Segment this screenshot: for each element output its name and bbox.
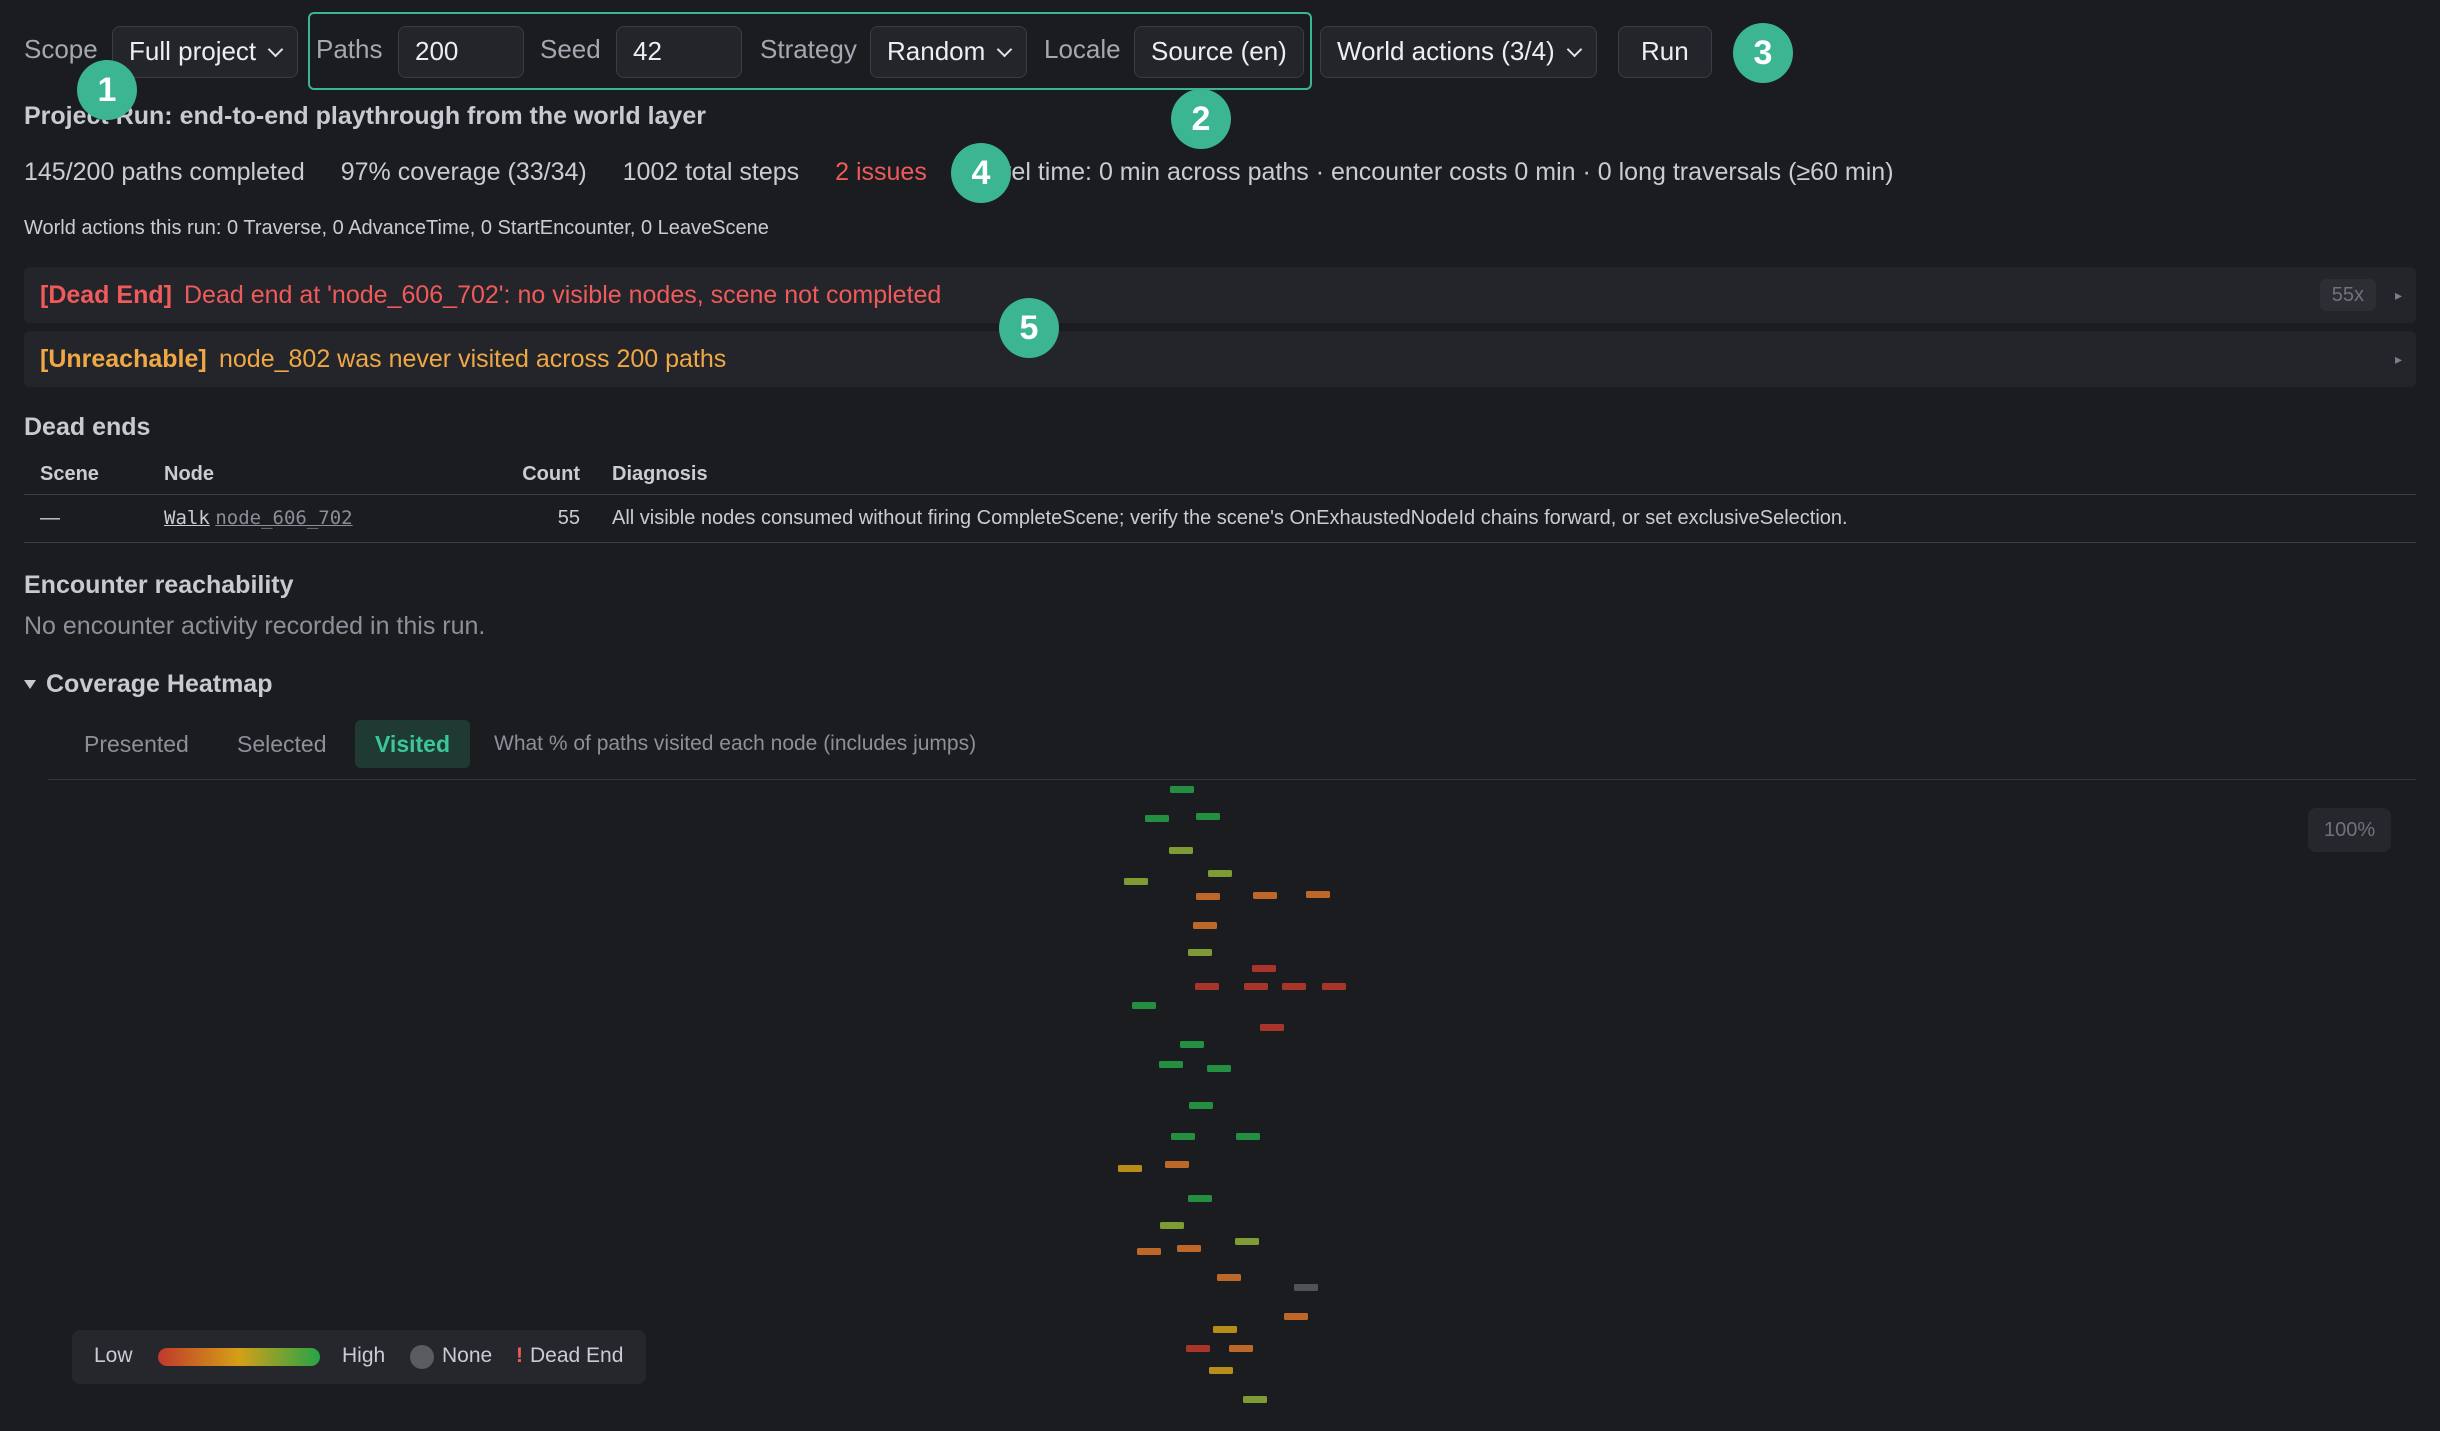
- heatmap-node[interactable]: [1306, 891, 1330, 898]
- legend-none-dot: [410, 1345, 434, 1369]
- marker-2: 2: [1171, 89, 1231, 149]
- heatmap-node[interactable]: [1170, 786, 1194, 793]
- heatmap-node[interactable]: [1294, 1284, 1318, 1291]
- heatmap-node[interactable]: [1243, 1396, 1267, 1403]
- heatmap-node[interactable]: [1196, 893, 1220, 900]
- marker-4: 4: [951, 143, 1011, 203]
- heatmap-node[interactable]: [1145, 815, 1169, 822]
- heatmap-node[interactable]: [1160, 1222, 1184, 1229]
- marker-5: 5: [999, 298, 1059, 358]
- heatmap-node[interactable]: [1208, 870, 1232, 877]
- heatmap-node[interactable]: [1188, 1195, 1212, 1202]
- heatmap-node[interactable]: [1253, 892, 1277, 899]
- heatmap-node[interactable]: [1217, 1274, 1241, 1281]
- heatmap-node[interactable]: [1229, 1345, 1253, 1352]
- heatmap-node[interactable]: [1195, 983, 1219, 990]
- heatmap-node[interactable]: [1235, 1238, 1259, 1245]
- marker-3: 3: [1733, 23, 1793, 83]
- heatmap-node[interactable]: [1213, 1326, 1237, 1333]
- marker-1: 1: [77, 60, 137, 120]
- heatmap-node[interactable]: [1188, 949, 1212, 956]
- heatmap-node[interactable]: [1124, 878, 1148, 885]
- heatmap-node[interactable]: [1207, 1065, 1231, 1072]
- heatmap-node[interactable]: [1236, 1133, 1260, 1140]
- heatmap-node[interactable]: [1244, 983, 1268, 990]
- heatmap-node[interactable]: [1209, 1367, 1233, 1374]
- dead-end-mark-icon: !: [516, 1344, 523, 1367]
- legend-gradient: [158, 1348, 320, 1366]
- heatmap-node[interactable]: [1252, 965, 1276, 972]
- heatmap-node[interactable]: [1282, 983, 1306, 990]
- heatmap-node[interactable]: [1284, 1313, 1308, 1320]
- heatmap-node[interactable]: [1137, 1248, 1161, 1255]
- legend-dead-end: Dead End: [530, 1344, 624, 1367]
- heatmap-node[interactable]: [1193, 922, 1217, 929]
- legend-low: Low: [94, 1344, 133, 1367]
- heatmap-node[interactable]: [1196, 813, 1220, 820]
- heatmap-legend: Low High None ! Dead End: [72, 1330, 646, 1384]
- heatmap-node[interactable]: [1180, 1041, 1204, 1048]
- heatmap-node[interactable]: [1177, 1245, 1201, 1252]
- heatmap-node[interactable]: [1189, 1102, 1213, 1109]
- heatmap-node[interactable]: [1159, 1061, 1183, 1068]
- heatmap-node[interactable]: [1165, 1161, 1189, 1168]
- heatmap-node[interactable]: [1322, 983, 1346, 990]
- legend-high: High: [342, 1344, 386, 1367]
- legend-none: None: [442, 1344, 493, 1367]
- heatmap-node[interactable]: [1169, 847, 1193, 854]
- heatmap-node[interactable]: [1186, 1345, 1210, 1352]
- heatmap-node[interactable]: [1118, 1165, 1142, 1172]
- heatmap-node[interactable]: [1171, 1133, 1195, 1140]
- heatmap-node[interactable]: [1260, 1024, 1284, 1031]
- heatmap-node[interactable]: [1132, 1002, 1156, 1009]
- coverage-heatmap-canvas[interactable]: [0, 0, 2440, 1431]
